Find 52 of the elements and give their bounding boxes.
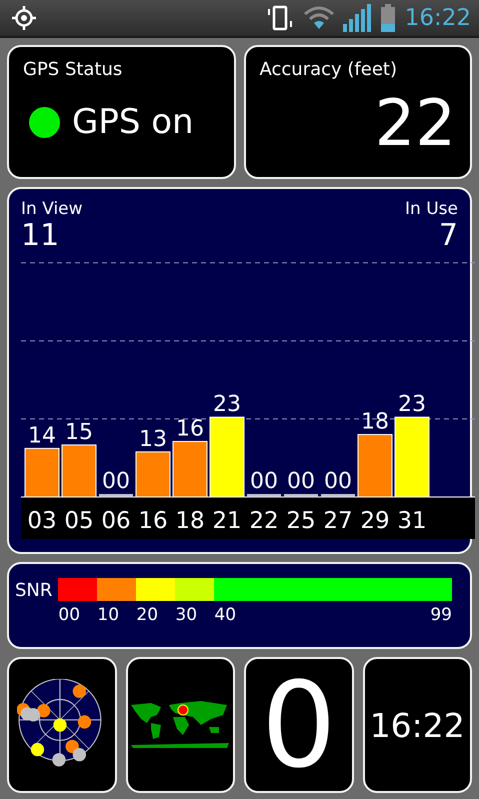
satellite-id: 31 (397, 508, 427, 534)
snr-scale-label: 00 (58, 605, 80, 625)
bar-value: 13 (139, 426, 167, 452)
wifi-icon (302, 6, 335, 30)
satellite-id: 18 (175, 508, 205, 534)
snr-scale-label: 99 (430, 605, 452, 625)
bar-value: 23 (213, 392, 241, 418)
satellite-id: 03 (27, 508, 57, 534)
location-icon (12, 6, 36, 30)
widget-tile[interactable] (126, 657, 235, 793)
card-title: GPS Status (23, 59, 124, 80)
snr-bar (284, 494, 318, 497)
battery-icon (380, 4, 395, 32)
bar-value: 00 (324, 469, 352, 494)
accuracy-value: 22 (374, 92, 456, 156)
snr-scale-label: 20 (136, 605, 158, 625)
bar-value: 16 (176, 416, 204, 442)
snr-bar (321, 494, 355, 497)
widget-tile[interactable]: 0 (244, 657, 354, 793)
snr-scale-label: 30 (175, 605, 198, 625)
widget-tile[interactable]: 16:22 (362, 657, 472, 793)
satellite-id: 25 (286, 508, 316, 534)
status-time: 16:22 (404, 5, 471, 31)
bar-value: 00 (102, 469, 130, 494)
snr-scale-label: 40 (214, 605, 236, 625)
satellite-id: 06 (101, 508, 131, 534)
satellite-id: 29 (360, 508, 390, 534)
snr-scale-label: 10 (97, 605, 120, 625)
vibrate-icon (266, 5, 295, 31)
in-view-count: 11 (21, 219, 60, 252)
in-view-label: In View (21, 199, 83, 219)
satellite-id: 21 (212, 508, 242, 534)
signal-icon (342, 4, 373, 32)
in-use-label: In Use (405, 199, 458, 219)
bar-value: 00 (287, 469, 315, 494)
card-title: Accuracy (feet) (260, 59, 398, 80)
in-use-count: 7 (438, 219, 458, 252)
satellite-id: 05 (64, 508, 94, 534)
bar-value: 23 (398, 392, 426, 418)
clock-time: 16:22 (370, 706, 465, 744)
bar-value: 00 (250, 469, 278, 494)
snr-bar (99, 494, 133, 497)
satellite-id: 27 (323, 508, 353, 534)
satellite-id: 16 (138, 508, 168, 534)
satellite-count: 0 (261, 666, 336, 784)
snr-bar (247, 494, 281, 497)
bar-value: 14 (28, 423, 56, 448)
gps-status-text: GPS on (72, 102, 194, 142)
bar-value: 15 (65, 420, 93, 445)
widget-tile[interactable] (7, 657, 116, 793)
snr-label: SNR (15, 580, 52, 603)
satellite-id: 22 (249, 508, 279, 534)
